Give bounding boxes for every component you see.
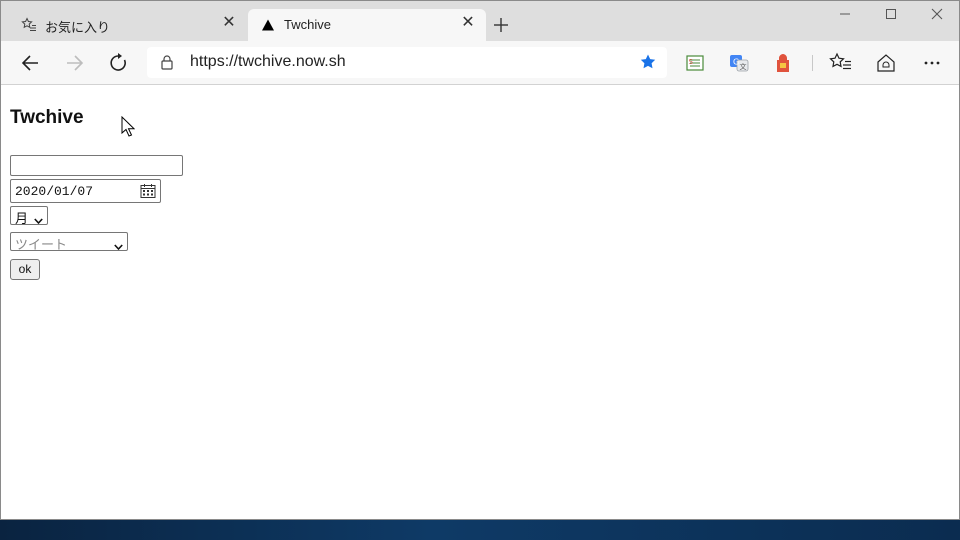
browser-window: お気に入り ✕ Twchive ✕ https://twchive.now.sh… bbox=[0, 0, 960, 520]
period-select-value: 月 bbox=[15, 211, 29, 226]
extension-sheet-icon[interactable]: S bbox=[683, 51, 707, 75]
chevron-down-icon bbox=[34, 212, 43, 225]
calendar-icon[interactable] bbox=[140, 183, 156, 199]
close-window-icon[interactable] bbox=[914, 5, 959, 29]
favorites-star-icon bbox=[21, 17, 37, 33]
date-input[interactable]: 2020/01/07 bbox=[10, 179, 161, 203]
tweet-type-select[interactable]: ツイート bbox=[10, 232, 128, 252]
mouse-pointer-icon bbox=[121, 115, 136, 138]
forward-arrow-icon[interactable] bbox=[62, 51, 86, 75]
favorites-list-icon[interactable] bbox=[829, 51, 853, 75]
extension-red-icon[interactable] bbox=[771, 51, 795, 75]
favorite-star-icon[interactable] bbox=[639, 53, 657, 71]
tab-twchive[interactable]: Twchive ✕ bbox=[248, 9, 486, 41]
collections-icon[interactable] bbox=[874, 51, 898, 75]
close-tab-icon[interactable]: ✕ bbox=[460, 15, 476, 31]
tab-strip: お気に入り ✕ Twchive ✕ bbox=[1, 1, 959, 41]
address-bar[interactable] bbox=[147, 47, 667, 78]
desktop-taskbar bbox=[0, 520, 960, 540]
search-text-input[interactable] bbox=[10, 155, 183, 176]
lock-icon[interactable] bbox=[159, 54, 175, 70]
svg-text:文: 文 bbox=[740, 62, 747, 71]
url-input[interactable] bbox=[190, 53, 610, 71]
tweet-type-select-value: ツイート bbox=[15, 237, 68, 252]
svg-text:G: G bbox=[733, 58, 739, 67]
refresh-icon[interactable] bbox=[106, 51, 130, 75]
browser-toolbar: S G文 bbox=[1, 41, 959, 85]
svg-text:S: S bbox=[689, 58, 694, 66]
more-menu-icon[interactable] bbox=[920, 51, 944, 75]
chevron-down-icon bbox=[114, 238, 123, 251]
close-tab-icon[interactable]: ✕ bbox=[221, 15, 237, 31]
tab-title-twchive: Twchive bbox=[284, 17, 331, 32]
tab-title-favorites: お気に入り bbox=[45, 20, 111, 35]
date-value: 2020/01/07 bbox=[15, 184, 94, 199]
page-content: Twchive 2020/01/07 月 ツイート ok bbox=[1, 85, 959, 519]
minimize-icon[interactable] bbox=[822, 5, 868, 29]
toolbar-separator bbox=[812, 55, 813, 71]
tab-favorites[interactable]: お気に入り ✕ bbox=[9, 9, 247, 41]
new-tab-plus-icon[interactable] bbox=[491, 15, 511, 35]
triangle-logo-icon bbox=[260, 17, 276, 33]
translate-icon[interactable]: G文 bbox=[727, 51, 751, 75]
maximize-icon[interactable] bbox=[868, 5, 914, 29]
period-select[interactable]: 月 bbox=[10, 206, 48, 226]
submit-ok-button[interactable]: ok bbox=[10, 259, 40, 280]
back-arrow-icon[interactable] bbox=[19, 51, 43, 75]
page-title: Twchive bbox=[10, 107, 84, 128]
